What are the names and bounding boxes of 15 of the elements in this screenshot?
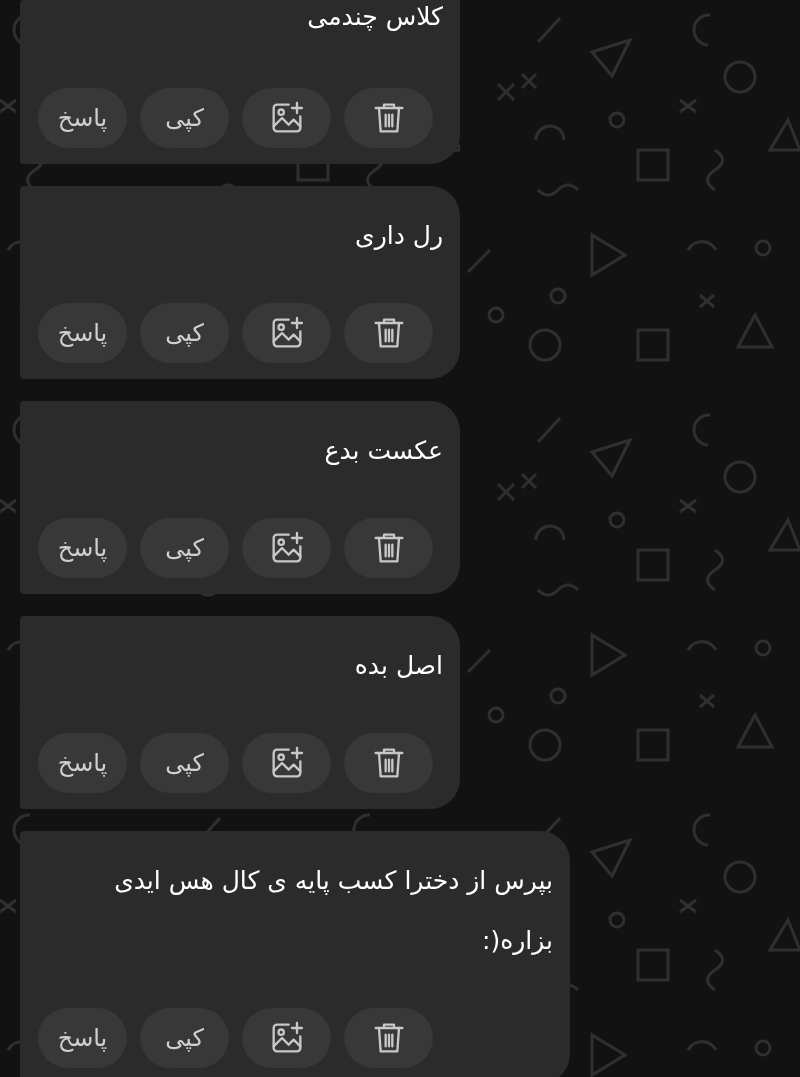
message-text: عکست بدع	[323, 435, 443, 467]
copy-button[interactable]: کپی	[140, 303, 229, 363]
reply-button[interactable]: پاسخ	[38, 303, 127, 363]
reply-button[interactable]: پاسخ	[38, 88, 127, 148]
message-text: بپرس از دخترا کسب پایه ی کال هس ایدی بزاره(:	[113, 865, 553, 957]
reply-button[interactable]: پاسخ	[38, 518, 127, 578]
copy-button[interactable]: کپی	[140, 88, 229, 148]
copy-button[interactable]: کپی	[140, 1008, 229, 1068]
message-text: کلاس چندمی	[306, 1, 443, 33]
copy-button[interactable]: کپی	[140, 518, 229, 578]
reply-button[interactable]: پاسخ	[38, 733, 127, 793]
copy-button[interactable]: کپی	[140, 733, 229, 793]
reply-button[interactable]: پاسخ	[38, 1008, 127, 1068]
message-text: اصل بده	[353, 650, 443, 682]
message-text: رل داری	[354, 220, 443, 252]
